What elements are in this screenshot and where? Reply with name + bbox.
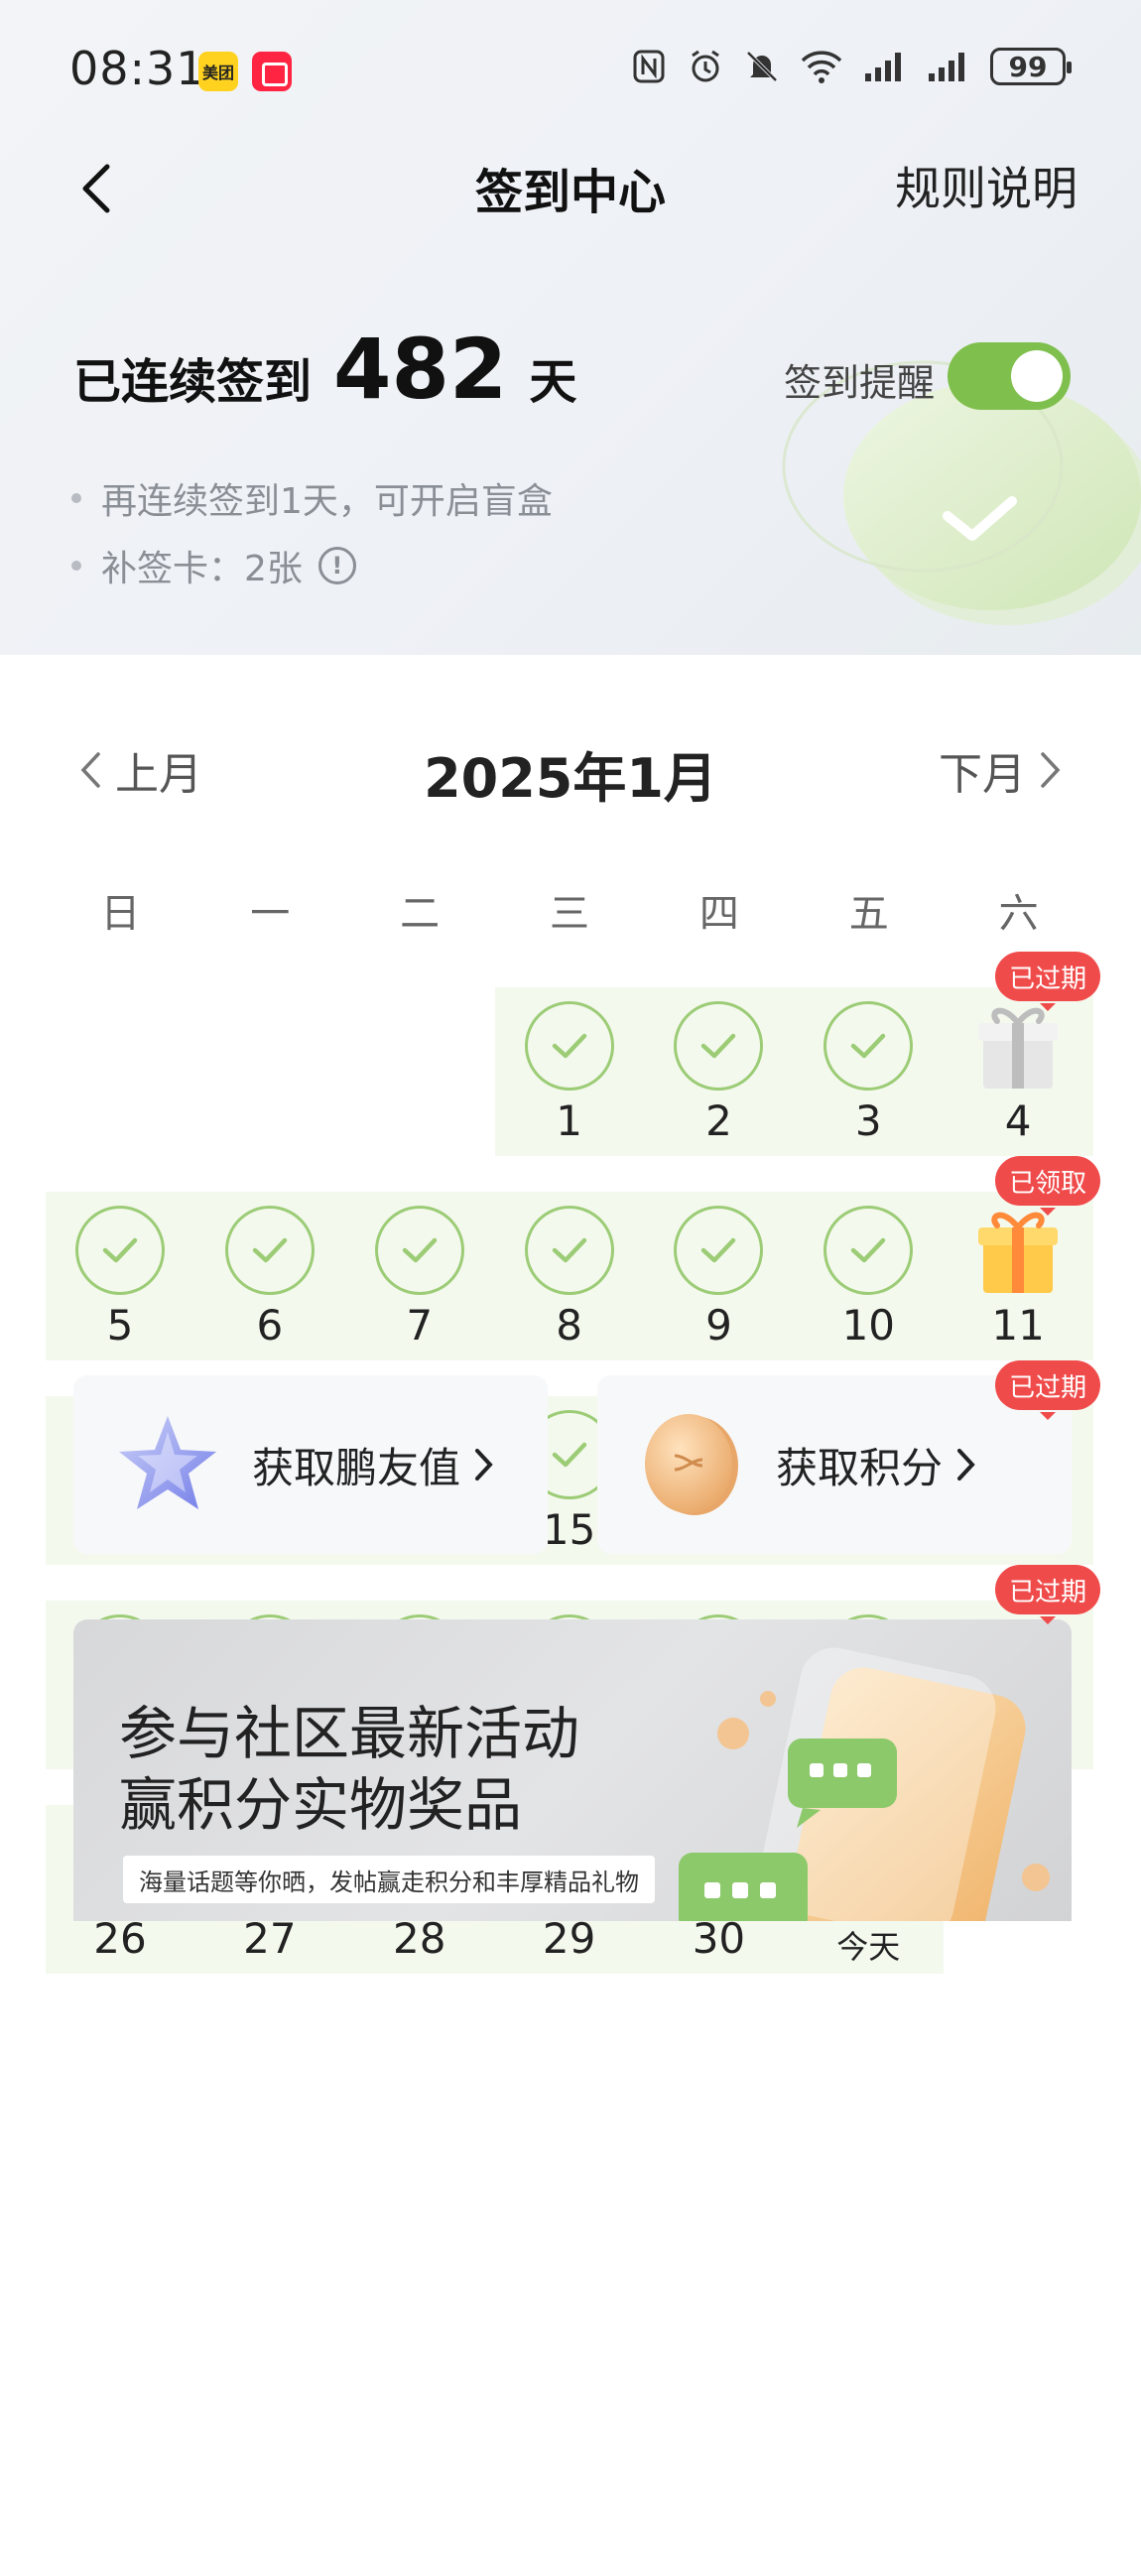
gift-status-badge: 已领取 [995, 1156, 1101, 1216]
xiaohongshu-app-icon [252, 52, 292, 91]
calendar-day[interactable]: 9 [644, 1192, 793, 1360]
get-friend-value-card[interactable]: 获取鹏友值 [73, 1375, 548, 1554]
tip-item: 补签卡：2张 ! [71, 532, 553, 599]
day-number: 1 [556, 1096, 582, 1145]
checked-in-icon [524, 1001, 614, 1091]
day-number: 4 [1004, 1096, 1032, 1145]
day-number: 2 [705, 1096, 732, 1145]
day-number: 11 [991, 1301, 1045, 1350]
toggle-knob [1011, 350, 1063, 402]
day-number: 28 [392, 1914, 446, 1963]
action-label: 获取鹏友值 [252, 1443, 461, 1492]
streak-days: 482 [333, 321, 508, 418]
calendar-card: 上月 2025年1月 下月 日 一 二 三 四 五 六 1 2 3 已过期 4 5 6 7 8 9… [0, 655, 1141, 2576]
gift-status-badge: 已过期 [995, 1360, 1101, 1420]
activity-banner[interactable]: 参与社区最新活动 赢积分实物奖品 海量话题等你晒，发帖赢走积分和丰厚精品礼物 [73, 1619, 1072, 1921]
rules-link[interactable]: 规则说明 [895, 153, 1078, 218]
gift-status-badge: 已过期 [995, 952, 1101, 1011]
calendar-day[interactable]: 5 [46, 1192, 194, 1360]
signal-icon-1 [865, 53, 901, 81]
system-status-icons: 99 [631, 48, 1072, 85]
get-points-card[interactable]: 获取积分 [597, 1375, 1072, 1554]
day-number: 27 [243, 1914, 297, 1963]
nfc-icon [633, 50, 665, 83]
day-number: 5 [106, 1301, 134, 1350]
weekday-label: 三 [550, 891, 589, 937]
tip-text: 再连续签到1天，可开启盲盒 [101, 481, 553, 522]
banner-title-line2: 赢积分实物奖品 [119, 1771, 523, 1839]
action-label: 获取积分 [776, 1443, 944, 1492]
wifi-icon [801, 51, 842, 83]
calendar-day[interactable]: 已领取 11 [944, 1156, 1101, 1360]
navigation-bar: 签到中心 规则说明 [0, 139, 1141, 238]
chevron-right-icon [475, 1449, 493, 1481]
bullet-dot [71, 493, 81, 503]
calendar-day[interactable]: 3 [794, 987, 943, 1156]
alarm-icon [692, 50, 719, 82]
checked-in-icon [674, 1001, 764, 1091]
day-number: 9 [705, 1301, 732, 1350]
day-number: 8 [556, 1301, 582, 1350]
checked-in-icon [524, 1206, 614, 1295]
calendar-day[interactable]: 2 [644, 987, 793, 1156]
checked-in-icon [224, 1206, 315, 1295]
mute-bell-icon [746, 51, 778, 82]
calendar-day[interactable]: 7 [345, 1192, 494, 1360]
day-number: 10 [841, 1301, 896, 1350]
day-number: 6 [256, 1301, 284, 1350]
info-icon[interactable]: ! [317, 547, 356, 584]
next-month-label: 下月 [939, 749, 1026, 800]
calendar-day[interactable]: 已过期 4 [944, 952, 1101, 1156]
checked-in-icon [75, 1206, 165, 1295]
bullet-dot [71, 561, 81, 571]
reminder-toggle[interactable] [948, 342, 1071, 410]
weekday-label: 二 [400, 891, 441, 937]
calendar-day[interactable]: 6 [195, 1192, 344, 1360]
action-cards: 获取鹏友值 获取积分 [73, 1375, 1072, 1554]
streak-prefix: 已连续签到 [73, 354, 313, 410]
chevron-right-icon [1041, 752, 1061, 788]
weekday-header: 日 一 二 三 四 五 六 [46, 881, 1093, 939]
tip-text: 补签卡：2张 [101, 549, 303, 589]
battery-indicator: 99 [990, 48, 1072, 85]
gift-status-badge: 已过期 [995, 1565, 1101, 1624]
tips-list: 再连续签到1天，可开启盲盒 补签卡：2张 ! [71, 464, 553, 599]
next-month-button[interactable]: 下月 [939, 738, 1062, 802]
today-label: 今天 [836, 1928, 901, 1966]
banner-subtitle: 海量话题等你晒，发帖赢走积分和丰厚精品礼物 [123, 1856, 655, 1903]
checked-in-icon [824, 1001, 914, 1091]
coin-icon [645, 1414, 738, 1515]
calendar-day[interactable]: 1 [495, 987, 644, 1156]
weekday-label: 一 [250, 891, 291, 937]
day-number: 7 [406, 1301, 434, 1350]
month-navigation: 上月 2025年1月 下月 [0, 724, 1141, 814]
day-number: 30 [692, 1914, 746, 1963]
phone-chat-illustration [679, 1647, 1050, 1921]
signal-icon-2 [929, 53, 964, 81]
calendar-day[interactable]: 8 [495, 1192, 644, 1360]
weekday-label: 五 [848, 891, 889, 937]
streak-unit: 天 [529, 354, 577, 410]
gift-box-icon[interactable]: 已领取 [973, 1156, 1101, 1297]
status-time: 08:31 [69, 42, 206, 95]
weekday-label: 日 [100, 891, 141, 937]
checked-in-icon [374, 1206, 464, 1295]
status-bar: 08:31 美团 99 [0, 0, 1141, 139]
star-crystal-icon [119, 1416, 216, 1509]
gift-box-icon[interactable]: 已过期 [973, 952, 1101, 1093]
checked-in-icon [824, 1206, 914, 1295]
weekday-label: 四 [698, 891, 739, 937]
chevron-right-icon [957, 1449, 975, 1481]
day-number: 26 [93, 1914, 147, 1963]
streak-summary: 已连续签到 482 天 [73, 327, 576, 412]
weekday-label: 六 [998, 891, 1039, 937]
tip-item: 再连续签到1天，可开启盲盒 [71, 464, 553, 532]
day-number: 29 [542, 1914, 596, 1963]
reminder-label: 签到提醒 [784, 361, 936, 405]
day-number: 3 [854, 1096, 882, 1145]
checked-in-icon [674, 1206, 764, 1295]
calendar-day[interactable]: 10 [794, 1192, 943, 1360]
meituan-app-icon: 美团 [198, 52, 238, 91]
